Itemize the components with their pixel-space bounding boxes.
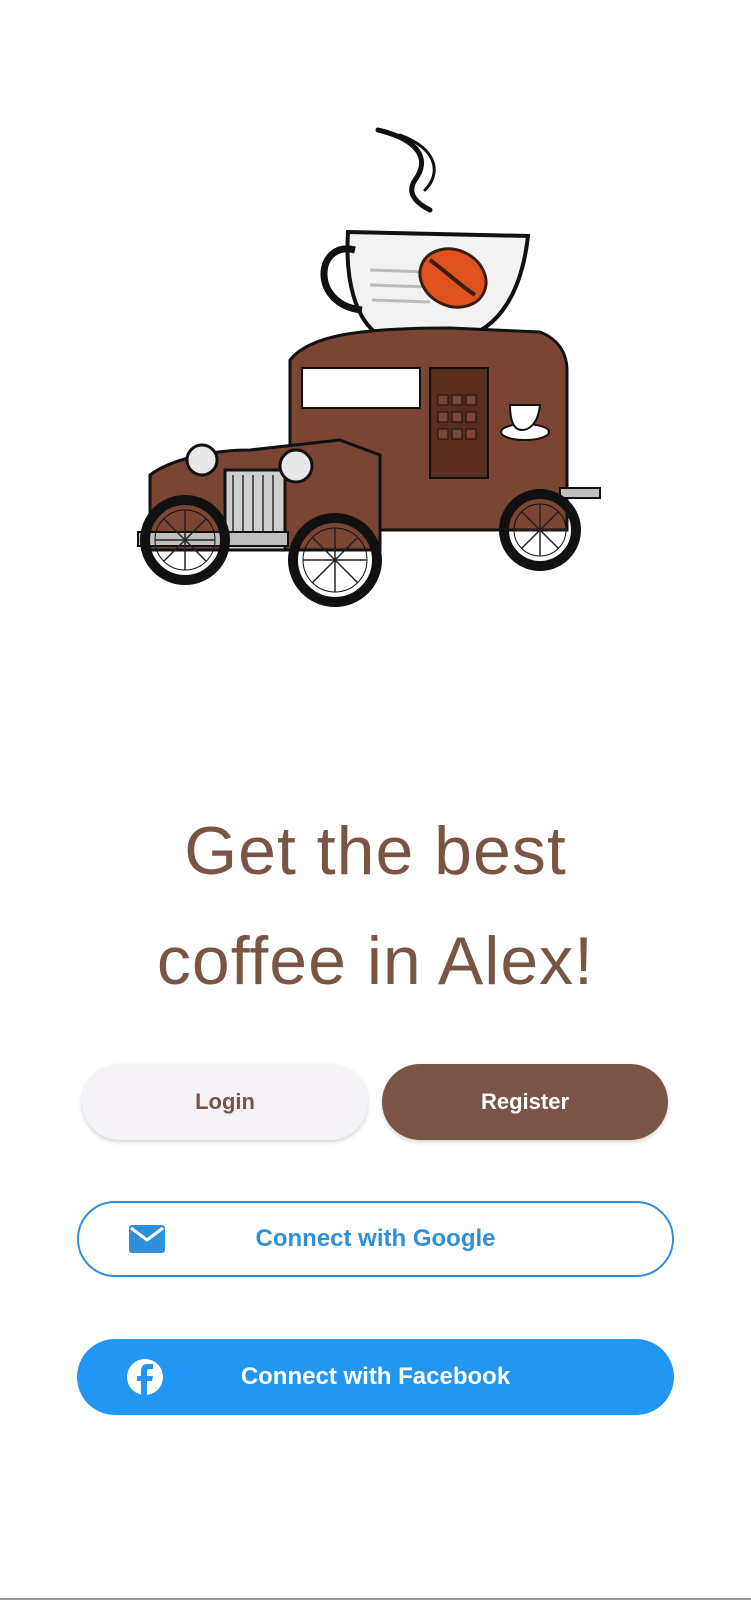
connect-facebook-label: Connect with Facebook: [240, 1363, 511, 1390]
login-button[interactable]: Login: [82, 1064, 368, 1140]
register-button[interactable]: Register: [382, 1064, 668, 1140]
headline-line-2: coffee in Alex!: [156, 923, 595, 999]
mail-icon: [127, 1219, 167, 1259]
register-button-label: Register: [480, 1089, 570, 1114]
connect-google-button[interactable]: Connect with Google: [77, 1201, 674, 1277]
headline-line-1: Get the best: [184, 813, 567, 889]
connect-facebook-button[interactable]: Connect with Facebook: [77, 1339, 674, 1415]
coffee-truck-illustration: [137, 127, 601, 607]
login-button-label: Login: [195, 1089, 255, 1114]
facebook-icon: [125, 1357, 165, 1397]
connect-google-label: Connect with Google: [255, 1225, 496, 1252]
headline: Get the best coffee in Alex!: [0, 796, 751, 1016]
